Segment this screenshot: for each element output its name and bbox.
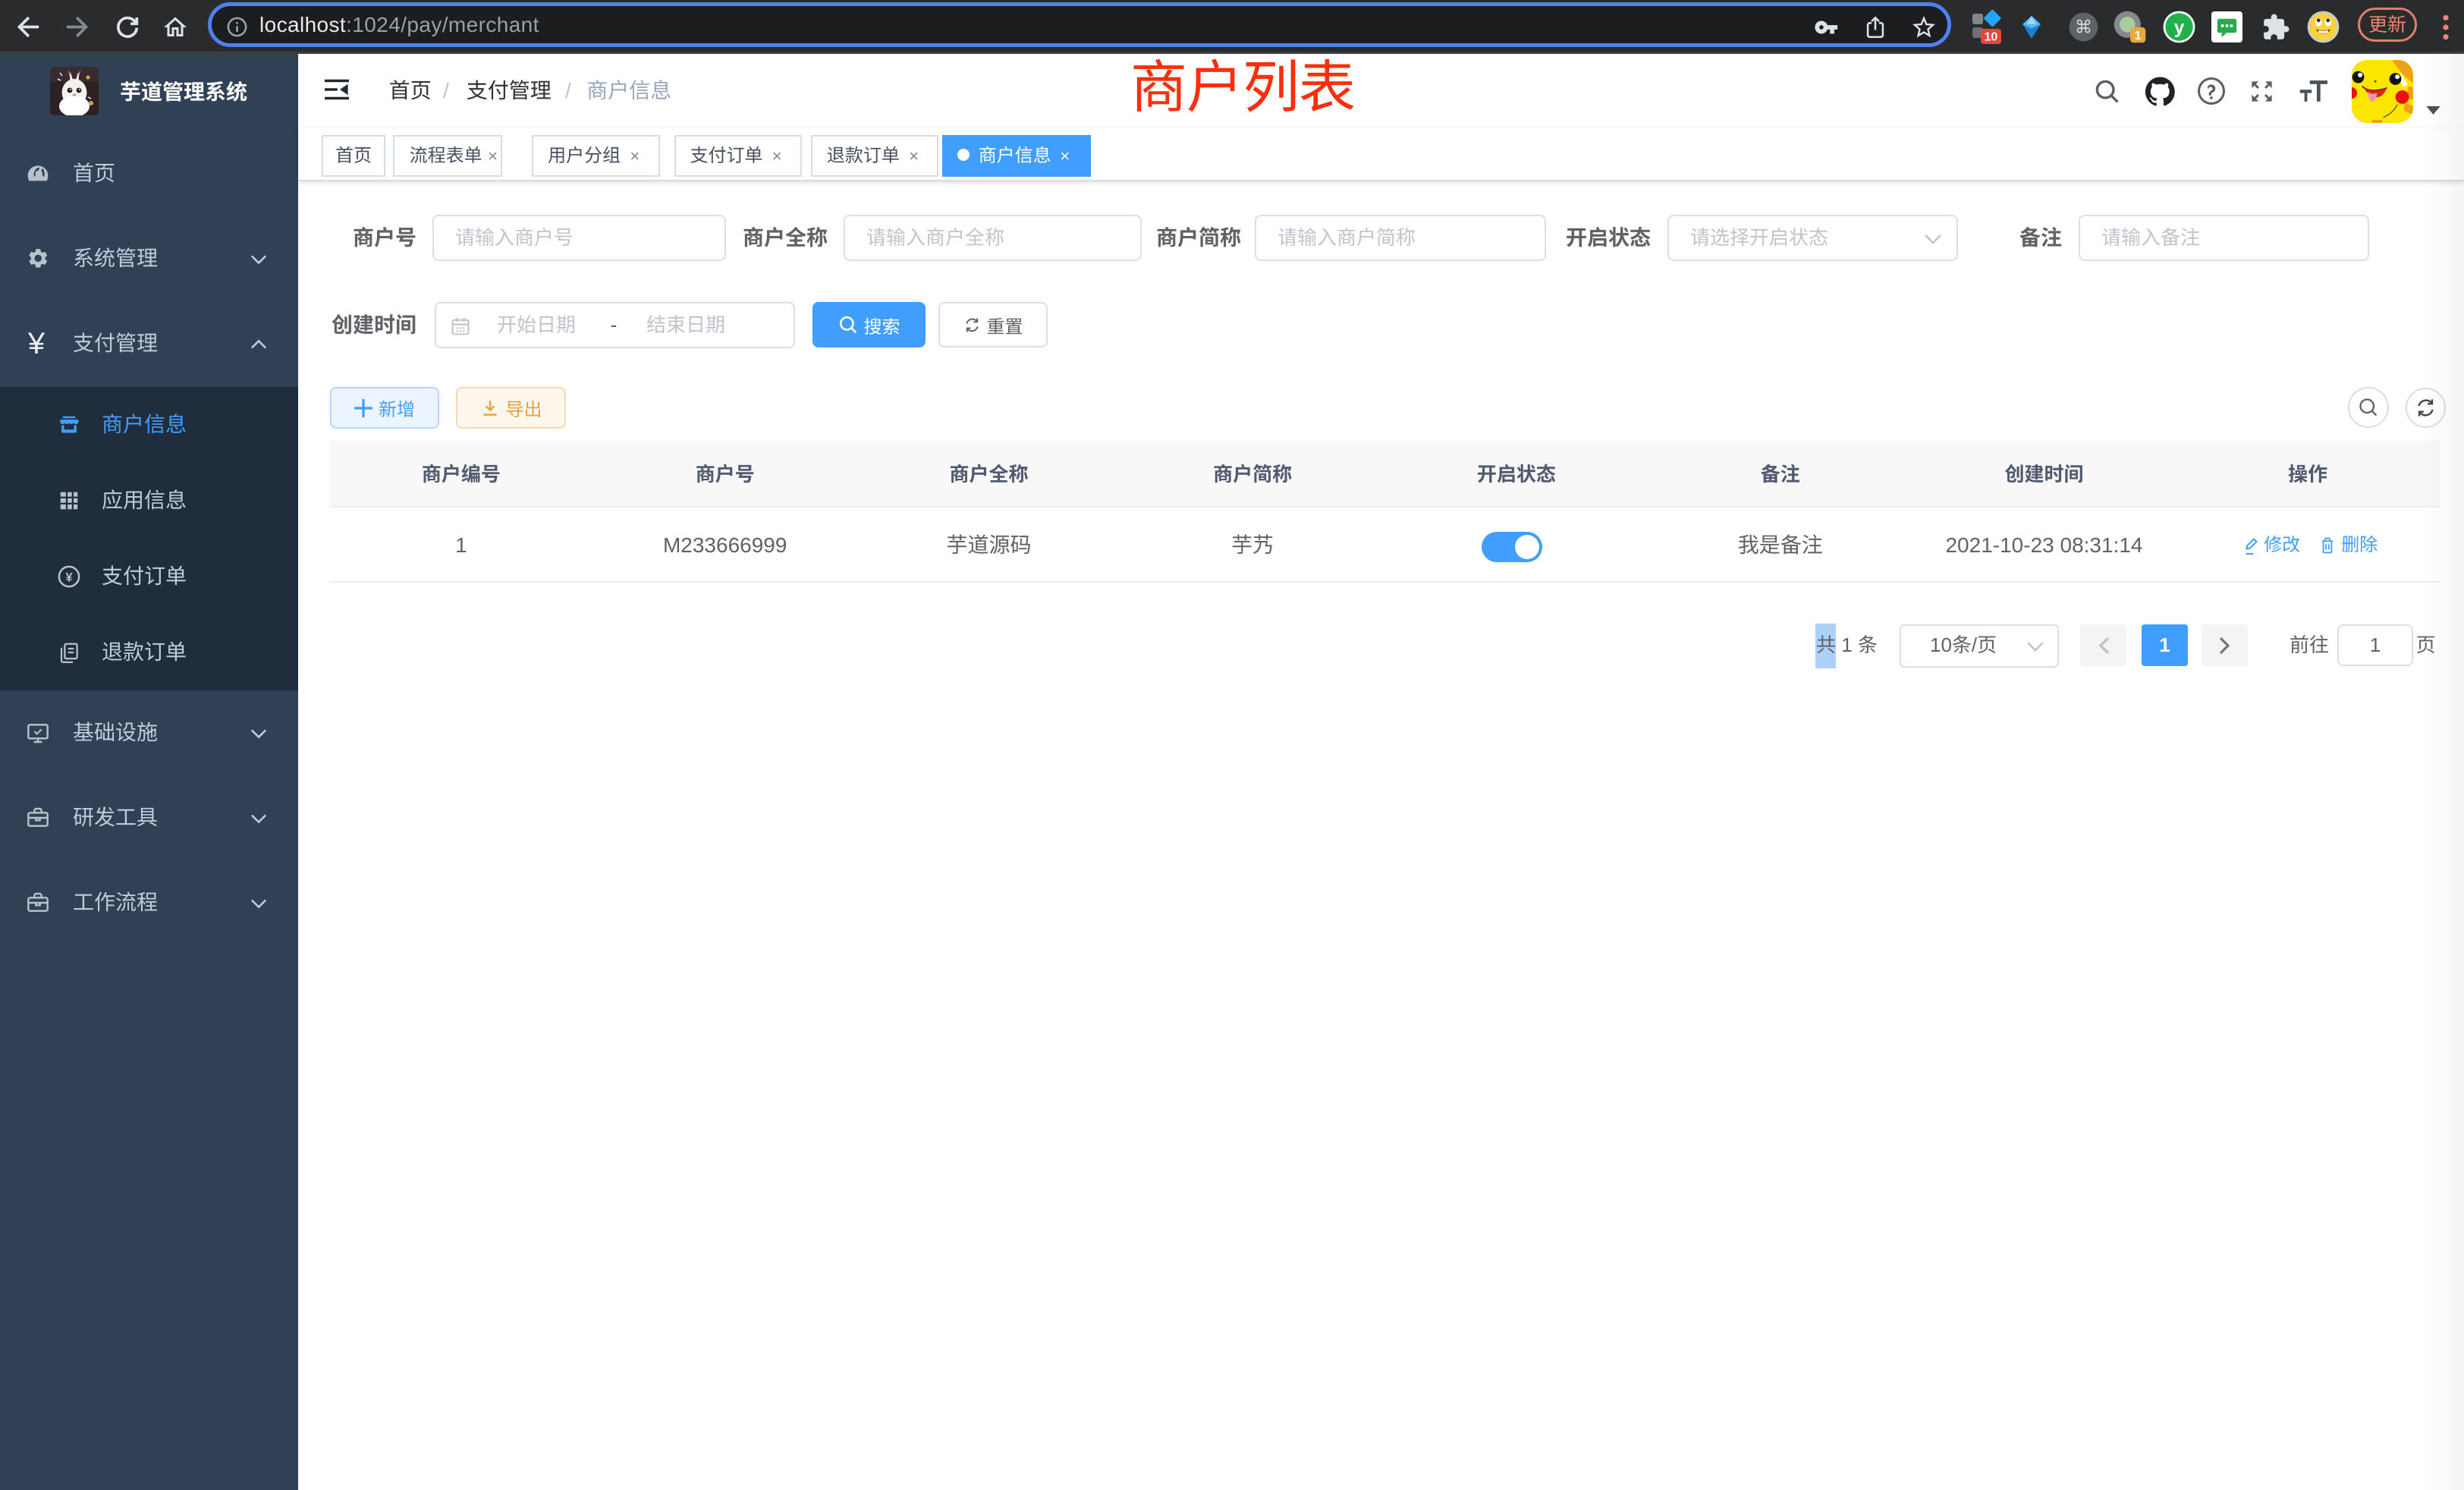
svg-text:y: y: [2173, 17, 2184, 38]
svg-text:⌘: ⌘: [2074, 17, 2092, 37]
svg-text:1: 1: [2135, 29, 2142, 42]
svg-text:¥: ¥: [65, 571, 72, 584]
svg-text:10: 10: [1985, 30, 1998, 43]
